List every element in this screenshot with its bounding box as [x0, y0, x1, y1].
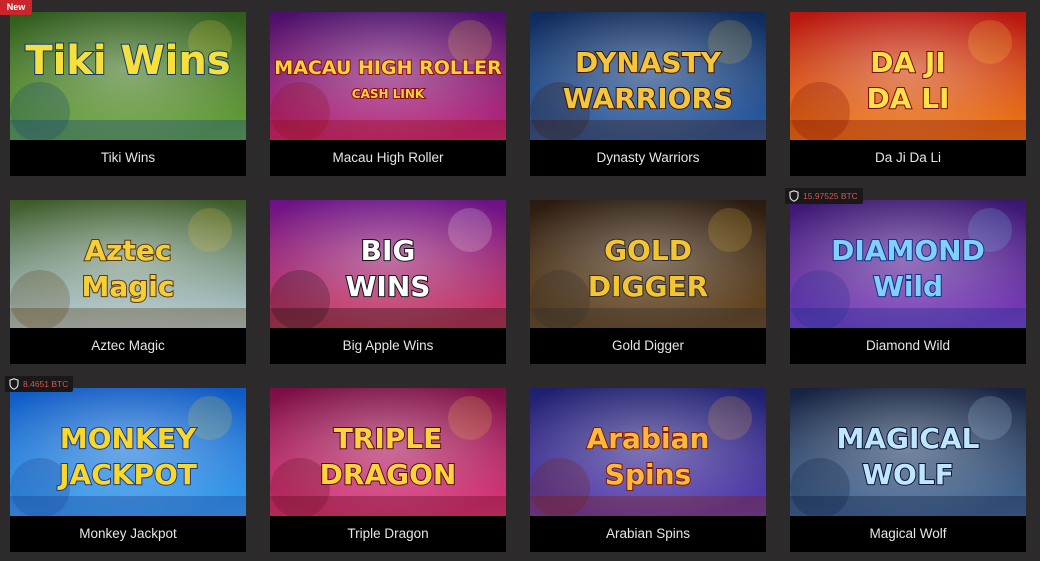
game-title[interactable]: Diamond Wild [790, 328, 1026, 364]
game-thumbnail[interactable]: GOLD DIGGER [530, 200, 766, 328]
game-thumbnail[interactable]: BIG WINS [270, 200, 506, 328]
logo-text-2: WINS [346, 270, 431, 303]
game-tile-monkey-jackpot[interactable]: MONKEY JACKPOT Monkey Jackpot [10, 388, 246, 552]
logo-text-2: CASH LINK [352, 87, 425, 101]
logo-text-2: Wild [873, 270, 943, 303]
magical-wolf-artwork: MAGICALWOLF [790, 388, 1026, 516]
game-tile-aztec-magic[interactable]: Aztec Magic Aztec Magic [10, 200, 246, 364]
game-thumbnail[interactable]: DA JI DA LI [790, 12, 1026, 140]
jackpot-amount: 15.97525 BTC [803, 191, 858, 201]
logo-text-2: DA LI [867, 82, 950, 115]
game-thumbnail[interactable]: MACAU HIGH ROLLER CASH LINK [270, 12, 506, 140]
logo-text-1: BIG [361, 234, 416, 267]
logo-text-1: MACAU HIGH ROLLER [274, 57, 502, 79]
game-tile-gold-digger[interactable]: GOLD DIGGER Gold Digger [530, 200, 766, 364]
logo-text-1: DIAMOND [831, 234, 985, 267]
da-ji-da-li-artwork: DA JIDA LI [790, 12, 1026, 140]
logo-text-1: Tiki Wins [25, 38, 230, 84]
logo-text-2: DIGGER [588, 270, 708, 303]
tiki-wins-artwork: Tiki Wins [10, 12, 246, 140]
shield-icon [9, 378, 19, 390]
jackpot-badge: 15.97525 BTC [785, 188, 863, 204]
game-tile-arabian-spins[interactable]: Arabian Spins Arabian Spins [530, 388, 766, 552]
game-thumbnail[interactable]: Arabian Spins [530, 388, 766, 516]
game-title[interactable]: Monkey Jackpot [10, 516, 246, 552]
game-thumbnail[interactable]: MONKEY JACKPOT [10, 388, 246, 516]
monkey-jackpot-artwork: MONKEYJACKPOT [10, 388, 246, 516]
new-badge: New [0, 0, 32, 15]
game-title[interactable]: Dynasty Warriors [530, 140, 766, 176]
game-title[interactable]: Macau High Roller [270, 140, 506, 176]
game-thumbnail[interactable]: Tiki Wins [10, 12, 246, 140]
game-title[interactable]: Magical Wolf [790, 516, 1026, 552]
jackpot-amount: 8.4651 BTC [23, 379, 69, 389]
game-title[interactable]: Big Apple Wins [270, 328, 506, 364]
game-thumbnail[interactable]: DYNASTY WARRIORS [530, 12, 766, 140]
logo-text-2: DRAGON [320, 458, 457, 491]
game-title[interactable]: Da Ji Da Li [790, 140, 1026, 176]
game-tile-macau-high-roller[interactable]: MACAU HIGH ROLLER CASH LINK Macau High Rol… [270, 12, 506, 176]
arabian-spins-artwork: ArabianSpins [530, 388, 766, 516]
logo-text-1: GOLD [604, 234, 692, 267]
game-tile-magical-wolf[interactable]: MAGICAL WOLF Magical Wolf [790, 388, 1026, 552]
logo-text-1: TRIPLE [334, 422, 443, 455]
logo-text-1: DYNASTY [575, 46, 722, 79]
game-thumbnail[interactable]: TRIPLE DRAGON [270, 388, 506, 516]
logo-text-1: Aztec [85, 234, 172, 267]
game-tile-da-ji-da-li[interactable]: DA JI DA LI Da Ji Da Li [790, 12, 1026, 176]
game-tile-tiki-wins[interactable]: Tiki Wins Tiki Wins [10, 12, 246, 176]
logo-text-1: Arabian [587, 422, 710, 455]
logo-text-1: MAGICAL [837, 422, 980, 455]
game-tile-big-apple-wins[interactable]: BIG WINS Big Apple Wins [270, 200, 506, 364]
game-thumbnail[interactable]: Aztec Magic [10, 200, 246, 328]
triple-dragon-artwork: TRIPLEDRAGON [270, 388, 506, 516]
game-tile-diamond-wild[interactable]: DIAMOND Wild Diamond Wild [790, 200, 1026, 364]
jackpot-badge: 8.4651 BTC [5, 376, 74, 392]
game-tile-dynasty-warriors[interactable]: DYNASTY WARRIORS Dynasty Warriors [530, 12, 766, 176]
logo-text-1: MONKEY [60, 422, 197, 455]
game-tile-triple-dragon[interactable]: TRIPLE DRAGON Triple Dragon [270, 388, 506, 552]
dynasty-warriors-artwork: DYNASTYWARRIORS [530, 12, 766, 140]
game-grid: Tiki Wins Tiki Wins New MACAU HIGH ROLLER C… [0, 0, 1040, 561]
game-title[interactable]: Aztec Magic [10, 328, 246, 364]
game-title[interactable]: Triple Dragon [270, 516, 506, 552]
diamond-wild-artwork: DIAMONDWild [790, 200, 1026, 328]
game-title[interactable]: Tiki Wins [10, 140, 246, 176]
logo-text-2: WARRIORS [563, 82, 733, 115]
game-title[interactable]: Gold Digger [530, 328, 766, 364]
logo-text-2: Magic [82, 270, 175, 303]
game-title[interactable]: Arabian Spins [530, 516, 766, 552]
big-apple-wins-artwork: BIGWINS [270, 200, 506, 328]
logo-text-2: JACKPOT [57, 458, 197, 491]
shield-icon [789, 190, 799, 202]
aztec-magic-artwork: AztecMagic [10, 200, 246, 328]
logo-text-2: Spins [605, 458, 691, 491]
game-thumbnail[interactable]: MAGICAL WOLF [790, 388, 1026, 516]
macau-high-roller-artwork: MACAU HIGH ROLLER CASH LINK [270, 12, 506, 140]
logo-text-1: DA JI [870, 46, 946, 79]
gold-digger-artwork: GOLDDIGGER [530, 200, 766, 328]
game-thumbnail[interactable]: DIAMOND Wild [790, 200, 1026, 328]
logo-text-2: WOLF [862, 458, 954, 491]
